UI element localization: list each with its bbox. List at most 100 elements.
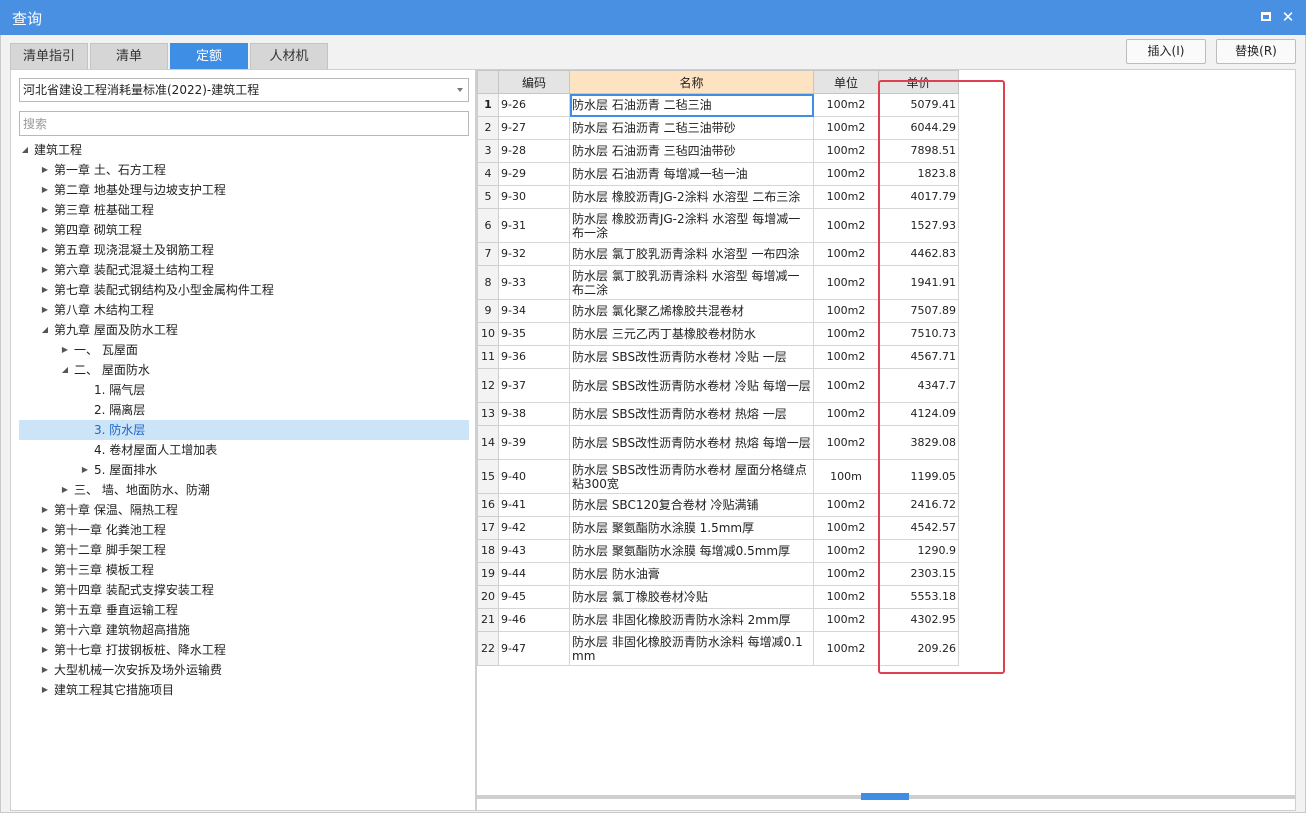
cell-name[interactable]: 防水层 聚氨酯防水涂膜 1.5mm厚 xyxy=(569,516,814,540)
triangle-right-icon[interactable]: ▶ xyxy=(39,660,51,680)
triangle-right-icon[interactable]: ▶ xyxy=(39,160,51,180)
tree-node[interactable]: ▶ 第二章 地基处理与边坡支护工程 xyxy=(19,180,469,200)
cell-code[interactable]: 9-35 xyxy=(498,322,570,346)
triangle-down-icon[interactable]: ◢ xyxy=(59,360,71,380)
triangle-down-icon[interactable]: ◢ xyxy=(19,140,31,160)
tree-node[interactable]: ▶ 三、 墙、地面防水、防潮 xyxy=(19,480,469,500)
tree-node[interactable]: ▶ 第十四章 装配式支撑安装工程 xyxy=(19,580,469,600)
cell-code[interactable]: 9-30 xyxy=(498,185,570,209)
insert-button[interactable]: 插入(I) xyxy=(1126,39,1206,64)
row-index[interactable]: 16 xyxy=(477,493,499,517)
cell-name[interactable]: 防水层 SBS改性沥青防水卷材 热熔 一层 xyxy=(569,402,814,426)
cell-code[interactable]: 9-45 xyxy=(498,585,570,609)
cell-code[interactable]: 9-37 xyxy=(498,368,570,403)
tree-node[interactable]: 1. 隔气层 xyxy=(19,380,469,400)
cell-name[interactable]: 防水层 三元乙丙丁基橡胶卷材防水 xyxy=(569,322,814,346)
cell-unit[interactable]: 100m2 xyxy=(813,402,879,426)
cell-name[interactable]: 防水层 氯丁胶乳沥青涂料 水溶型 每增减一布二涂 xyxy=(569,265,814,300)
cell-name[interactable]: 防水层 SBS改性沥青防水卷材 屋面分格缝点粘300宽 xyxy=(569,459,814,494)
triangle-right-icon[interactable]: ▶ xyxy=(39,580,51,600)
row-index[interactable]: 2 xyxy=(477,116,499,140)
cell-name[interactable]: 防水层 石油沥青 三毡四油带砂 xyxy=(569,139,814,163)
row-index[interactable]: 5 xyxy=(477,185,499,209)
cell-unit[interactable]: 100m2 xyxy=(813,368,879,403)
row-index[interactable]: 11 xyxy=(477,345,499,369)
header-name[interactable]: 名称 xyxy=(569,70,814,94)
triangle-right-icon[interactable]: ▶ xyxy=(39,540,51,560)
tree-node[interactable]: ▶ 第十五章 垂直运输工程 xyxy=(19,600,469,620)
tree-node[interactable]: ◢ 二、 屋面防水 xyxy=(19,360,469,380)
triangle-right-icon[interactable]: ▶ xyxy=(39,280,51,300)
tree-node[interactable]: ▶ 第四章 砌筑工程 xyxy=(19,220,469,240)
row-index[interactable]: 18 xyxy=(477,539,499,563)
cell-unit[interactable]: 100m2 xyxy=(813,425,879,460)
triangle-right-icon[interactable]: ▶ xyxy=(39,520,51,540)
cell-unit[interactable]: 100m2 xyxy=(813,345,879,369)
row-index[interactable]: 14 xyxy=(477,425,499,460)
cell-unit[interactable]: 100m2 xyxy=(813,585,879,609)
tree-node[interactable]: ▶ 5. 屋面排水 xyxy=(19,460,469,480)
maximize-icon[interactable] xyxy=(1258,9,1274,25)
triangle-right-icon[interactable]: ▶ xyxy=(79,460,91,480)
cell-name[interactable]: 防水层 SBS改性沥青防水卷材 热熔 每增一层 xyxy=(569,425,814,460)
header-code[interactable]: 编码 xyxy=(498,70,570,94)
tree-node[interactable]: ▶ 第十章 保温、隔热工程 xyxy=(19,500,469,520)
cell-code[interactable]: 9-27 xyxy=(498,116,570,140)
cell-name[interactable]: 防水层 石油沥青 每增减一毡一油 xyxy=(569,162,814,186)
cell-code[interactable]: 9-38 xyxy=(498,402,570,426)
cell-unit[interactable]: 100m2 xyxy=(813,139,879,163)
cell-unit[interactable]: 100m2 xyxy=(813,562,879,586)
cell-code[interactable]: 9-42 xyxy=(498,516,570,540)
tab-bill[interactable]: 清单 xyxy=(90,43,168,69)
cell-name[interactable]: 防水层 防水油膏 xyxy=(569,562,814,586)
search-input[interactable] xyxy=(19,111,469,136)
cell-name[interactable]: 防水层 SBC120复合卷材 冷贴满铺 xyxy=(569,493,814,517)
tree-node[interactable]: ◢ 建筑工程 xyxy=(19,140,469,160)
tree-node[interactable]: 2. 隔离层 xyxy=(19,400,469,420)
cell-code[interactable]: 9-47 xyxy=(498,631,570,666)
cell-name[interactable]: 防水层 氯丁橡胶卷材冷贴 xyxy=(569,585,814,609)
triangle-right-icon[interactable]: ▶ xyxy=(39,220,51,240)
cell-unit[interactable]: 100m2 xyxy=(813,539,879,563)
tree-node[interactable]: ▶ 建筑工程其它措施项目 xyxy=(19,680,469,700)
triangle-down-icon[interactable]: ◢ xyxy=(39,320,51,340)
triangle-right-icon[interactable]: ▶ xyxy=(39,600,51,620)
tree-node[interactable]: ▶ 第三章 桩基础工程 xyxy=(19,200,469,220)
row-index[interactable]: 3 xyxy=(477,139,499,163)
scroll-thumb[interactable] xyxy=(861,793,909,800)
cell-unit[interactable]: 100m2 xyxy=(813,242,879,266)
triangle-right-icon[interactable]: ▶ xyxy=(39,300,51,320)
tree-node[interactable]: 4. 卷材屋面人工增加表 xyxy=(19,440,469,460)
cell-name[interactable]: 防水层 SBS改性沥青防水卷材 冷贴 一层 xyxy=(569,345,814,369)
triangle-right-icon[interactable]: ▶ xyxy=(59,480,71,500)
row-index[interactable]: 4 xyxy=(477,162,499,186)
cell-code[interactable]: 9-33 xyxy=(498,265,570,300)
cell-code[interactable]: 9-39 xyxy=(498,425,570,460)
tab-quota[interactable]: 定额 xyxy=(170,43,248,69)
row-index[interactable]: 8 xyxy=(477,265,499,300)
cell-unit[interactable]: 100m2 xyxy=(813,116,879,140)
tree-node[interactable]: ▶ 第六章 装配式混凝土结构工程 xyxy=(19,260,469,280)
triangle-right-icon[interactable]: ▶ xyxy=(39,500,51,520)
cell-unit[interactable]: 100m2 xyxy=(813,299,879,323)
row-index[interactable]: 22 xyxy=(477,631,499,666)
row-index[interactable]: 10 xyxy=(477,322,499,346)
cell-code[interactable]: 9-32 xyxy=(498,242,570,266)
row-index[interactable]: 7 xyxy=(477,242,499,266)
row-index[interactable]: 19 xyxy=(477,562,499,586)
cell-unit[interactable]: 100m2 xyxy=(813,516,879,540)
tree-node[interactable]: ▶ 第十六章 建筑物超高措施 xyxy=(19,620,469,640)
cell-name[interactable]: 防水层 石油沥青 二毡三油带砂 xyxy=(569,116,814,140)
tree-node[interactable]: ▶ 大型机械一次安拆及场外运输费 xyxy=(19,660,469,680)
tree-node[interactable]: ▶ 第十三章 模板工程 xyxy=(19,560,469,580)
tree-node[interactable]: ▶ 第十一章 化粪池工程 xyxy=(19,520,469,540)
chevron-down-icon[interactable] xyxy=(457,88,463,92)
tree-node[interactable]: ▶ 第一章 土、石方工程 xyxy=(19,160,469,180)
row-index[interactable]: 6 xyxy=(477,208,499,243)
tree-node[interactable]: ▶ 第十二章 脚手架工程 xyxy=(19,540,469,560)
row-index[interactable]: 12 xyxy=(477,368,499,403)
cell-name[interactable]: 防水层 非固化橡胶沥青防水涂料 2mm厚 xyxy=(569,608,814,632)
cell-code[interactable]: 9-43 xyxy=(498,539,570,563)
triangle-right-icon[interactable]: ▶ xyxy=(39,200,51,220)
cell-code[interactable]: 9-34 xyxy=(498,299,570,323)
